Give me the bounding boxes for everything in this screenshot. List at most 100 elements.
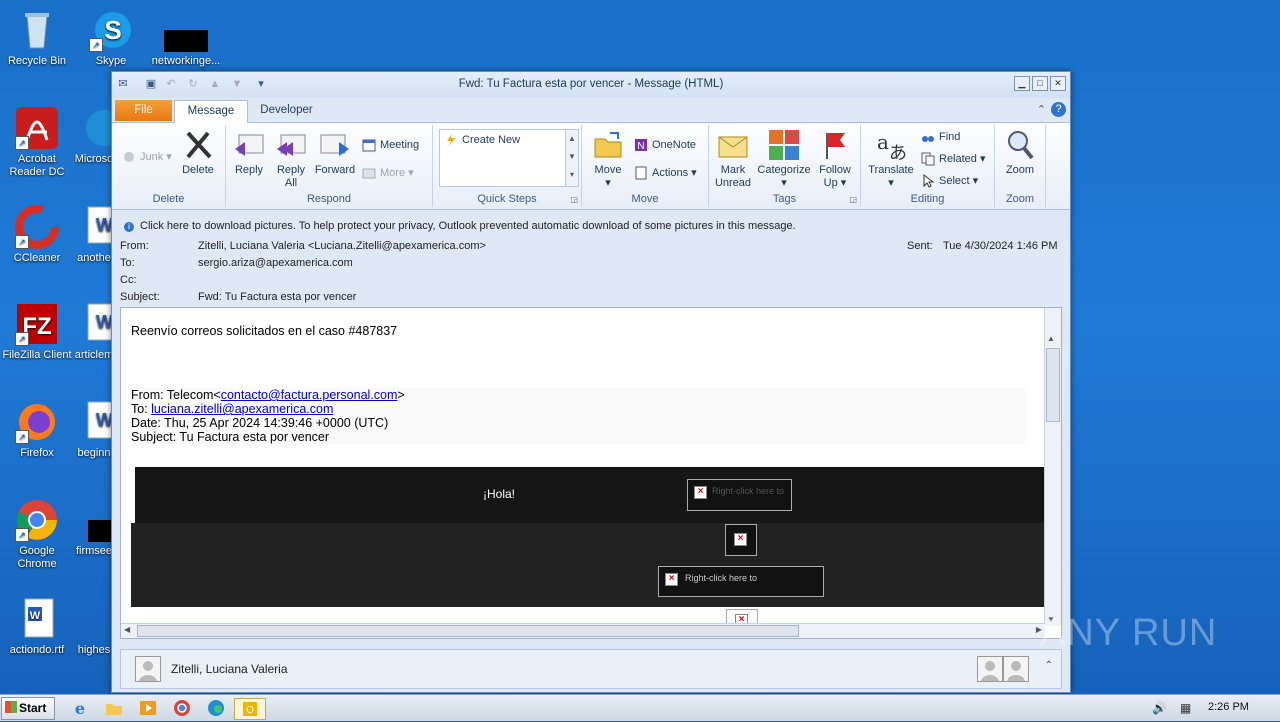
- from-value[interactable]: Zitelli, Luciana Valeria <Luciana.Zitell…: [198, 240, 486, 252]
- desktop-icon-networking[interactable]: networkinge...: [149, 8, 223, 68]
- network-icon[interactable]: ▦: [1180, 701, 1191, 715]
- broken-image-icon: ×: [734, 533, 747, 546]
- close-button[interactable]: ✕: [1050, 76, 1066, 91]
- desktop-icon-ccleaner[interactable]: ↗ CCleaner: [0, 205, 74, 265]
- desktop-icon-firmsee[interactable]: firmsee: [74, 498, 114, 558]
- explorer-icon[interactable]: [104, 698, 124, 718]
- dialog-launcher-icon[interactable]: ◲: [570, 195, 578, 204]
- lightning-icon: [444, 133, 458, 147]
- desktop-icon-articlem[interactable]: W articlem: [74, 302, 114, 362]
- translate-icon: aあ: [875, 129, 907, 164]
- quick-steps-scroll[interactable]: ▲ ▼ ▾: [565, 129, 579, 187]
- info-icon: i: [124, 222, 134, 232]
- broken-image-3[interactable]: × Right-click here to: [658, 566, 824, 597]
- filezilla-icon: FZ ↗: [15, 302, 59, 346]
- quick-steps-group: Create New ▲ ▼ ▾ Quick Steps ◲: [433, 125, 582, 207]
- horizontal-scroll-thumb[interactable]: [137, 625, 799, 637]
- scroll-up-icon[interactable]: ▲: [1047, 334, 1055, 343]
- watermark: ANY RUN: [1040, 612, 1218, 654]
- chrome-taskbar-icon[interactable]: [172, 698, 192, 718]
- vertical-scrollbar[interactable]: ▲ ▼: [1044, 308, 1061, 626]
- translate-button[interactable]: aあ Translate ▾: [865, 129, 917, 190]
- fwd-date-line: Date: Thu, 25 Apr 2024 14:39:46 +0000 (U…: [131, 416, 389, 430]
- fwd-to-link[interactable]: luciana.zitelli@apexamerica.com: [151, 402, 333, 416]
- scroll-left-icon[interactable]: ◀: [124, 625, 130, 634]
- respond-group: Reply Reply All Forward Meeting More ▾ Re…: [226, 125, 433, 207]
- onenote-icon: N: [634, 138, 648, 152]
- desktop-icon-firefox[interactable]: ↗ Firefox: [0, 400, 74, 460]
- maximize-button[interactable]: □: [1032, 76, 1048, 91]
- quick-steps-gallery[interactable]: Create New: [439, 129, 567, 187]
- reply-all-button[interactable]: Reply All: [272, 129, 310, 190]
- zoom-button[interactable]: Zoom: [999, 129, 1041, 177]
- delete-group: Junk ▾ Delete Delete: [112, 125, 226, 207]
- broken-image-icon: ×: [694, 486, 707, 499]
- tab-message[interactable]: Message: [174, 100, 248, 123]
- expand-people-pane-icon[interactable]: ⌃: [1045, 660, 1053, 671]
- junk-button[interactable]: Junk ▾: [122, 149, 172, 165]
- find-button[interactable]: Find: [921, 129, 960, 145]
- desktop-icon-actiondo[interactable]: W actiondo.rtf: [0, 597, 74, 657]
- actions-button[interactable]: Actions ▾: [634, 165, 697, 181]
- desktop-icon-filezilla[interactable]: FZ ↗ FileZilla Client: [0, 302, 74, 362]
- message-body[interactable]: Reenvío correos solicitados en el caso #…: [120, 307, 1062, 639]
- people-pane-name[interactable]: Zitelli, Luciana Valeria: [171, 662, 288, 676]
- download-pictures-infobar[interactable]: i Click here to download pictures. To hel…: [116, 217, 1066, 235]
- follow-up-button[interactable]: Follow Up ▾: [813, 129, 857, 190]
- move-button[interactable]: Move ▾: [588, 129, 628, 190]
- create-new-quickstep[interactable]: Create New: [444, 132, 520, 148]
- group-label-editing: Editing: [910, 193, 945, 205]
- avatar[interactable]: [135, 656, 161, 682]
- media-player-icon[interactable]: [138, 698, 158, 718]
- chrome-icon: ↗: [15, 498, 59, 542]
- banner-greeting: ¡Hola!: [483, 487, 516, 501]
- desktop-icon-anothe[interactable]: W anothe: [74, 205, 114, 265]
- help-icon[interactable]: ?: [1051, 102, 1066, 117]
- desktop-icon-skype[interactable]: S ↗ Skype: [74, 8, 148, 68]
- outlook-taskbar-icon[interactable]: O: [234, 698, 266, 720]
- reply-button[interactable]: Reply: [230, 129, 268, 177]
- desktop-icon-acrobat[interactable]: ↗ Acrobat Reader DC: [0, 106, 74, 179]
- broken-image-1[interactable]: × Right-click here to: [687, 479, 792, 511]
- svg-text:O: O: [246, 705, 254, 716]
- broken-image-2[interactable]: ×: [725, 524, 757, 556]
- fwd-from-link[interactable]: contacto@factura.personal.com: [221, 388, 398, 402]
- group-label-tags: Tags: [772, 193, 797, 205]
- onenote-button[interactable]: N OneNote: [634, 137, 696, 153]
- collapse-ribbon-icon[interactable]: ⌃: [1037, 103, 1046, 116]
- desktop-icon-edge[interactable]: Microso: [74, 106, 114, 166]
- ie-icon[interactable]: e: [70, 698, 90, 718]
- minimize-button[interactable]: ▁: [1014, 76, 1030, 91]
- desktop-icon-chrome[interactable]: ↗ Google Chrome: [0, 498, 74, 571]
- title-bar: ✉ ▣ ↶ ↻ ▲ ▼ ▾ Fwd: Tu Factura esta por v…: [112, 72, 1070, 98]
- meeting-icon: [362, 138, 376, 152]
- delete-button[interactable]: Delete: [178, 129, 218, 177]
- contact-photo-icon[interactable]: [1003, 656, 1029, 682]
- tab-developer[interactable]: Developer: [249, 100, 324, 121]
- svg-text:S: S: [104, 15, 121, 45]
- meeting-button[interactable]: Meeting: [362, 137, 419, 153]
- more-button[interactable]: More ▾: [362, 165, 414, 181]
- volume-icon[interactable]: 🔊: [1152, 701, 1167, 715]
- window-title: Fwd: Tu Factura esta por vencer - Messag…: [458, 78, 724, 90]
- related-button[interactable]: Related ▾: [921, 151, 986, 167]
- horizontal-scrollbar[interactable]: ◀ ▶: [121, 623, 1045, 638]
- file-icon: [74, 597, 114, 641]
- start-button[interactable]: Start: [1, 697, 55, 720]
- group-label-quick-steps: Quick Steps: [477, 193, 537, 205]
- mark-unread-button[interactable]: Mark Unread: [711, 129, 755, 190]
- dialog-launcher-icon[interactable]: ◲: [849, 195, 857, 204]
- desktop-icon-recycle-bin[interactable]: Recycle Bin: [0, 8, 74, 68]
- desktop-icon-beginn[interactable]: W beginn: [74, 400, 114, 460]
- contact-photo-icon[interactable]: [977, 656, 1003, 682]
- clock[interactable]: 2:26 PM: [1208, 701, 1249, 713]
- edge-taskbar-icon[interactable]: [206, 698, 226, 718]
- vertical-scroll-thumb[interactable]: [1046, 348, 1060, 422]
- tab-file[interactable]: File: [115, 100, 172, 121]
- magnifier-icon: [1004, 129, 1036, 161]
- categorize-button[interactable]: Categorize ▾: [755, 129, 813, 190]
- forward-button[interactable]: Forward: [312, 129, 358, 177]
- desktop-icon-highes[interactable]: highes: [74, 597, 114, 657]
- select-button[interactable]: Select ▾: [921, 173, 978, 189]
- to-value[interactable]: sergio.ariza@apexamerica.com: [198, 257, 353, 269]
